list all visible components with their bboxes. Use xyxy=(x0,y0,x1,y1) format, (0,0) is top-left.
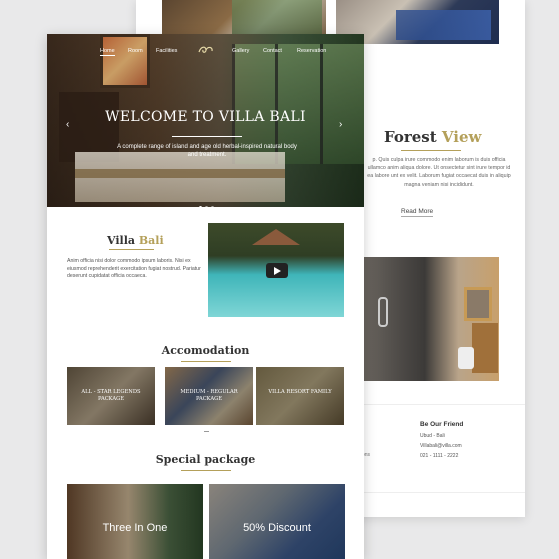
villa-bali-title: Villa Bali xyxy=(107,234,164,247)
be-our-friend-title: Be Our Friend xyxy=(420,421,464,428)
package-card[interactable]: Three In One xyxy=(67,484,203,559)
carousel-indicator[interactable] xyxy=(204,431,209,432)
footer-divider xyxy=(364,404,525,405)
main-nav: Home Room Facilities Gallery Contact Res… xyxy=(47,46,364,62)
room-label: VILLA RESORT FAMILY xyxy=(268,389,332,395)
hero-underline xyxy=(172,136,242,137)
slider-dot[interactable] xyxy=(211,206,214,207)
room-card[interactable]: MEDIUM - REGULAR PACKAGE xyxy=(165,367,253,425)
footer-email[interactable]: Villabali@villa.com xyxy=(420,443,462,449)
slider-dot[interactable] xyxy=(205,206,208,207)
read-more-link[interactable]: Read More xyxy=(401,208,434,217)
package-card[interactable]: 50% Discount xyxy=(209,484,345,559)
nav-room[interactable]: Room xyxy=(128,48,143,54)
special-package-underline xyxy=(181,470,231,471)
villa-title-underline xyxy=(109,249,154,250)
forest-view-paragraph: p. Quis culpa irure commodo enim laborum… xyxy=(367,157,511,188)
room-label: MEDIUM - REGULAR PACKAGE xyxy=(180,389,238,402)
nav-reservation[interactable]: Reservation xyxy=(297,48,326,54)
footer-bottom-divider xyxy=(364,492,525,493)
accomodation-title: Accomodation xyxy=(161,344,250,357)
footer-phone: 021 - 1111 - 2222 xyxy=(420,453,459,459)
nav-gallery[interactable]: Gallery xyxy=(232,48,249,54)
forest-view-title: Forest View xyxy=(384,128,482,146)
room-label: ALL - STAR LEGENDS PACKAGE xyxy=(81,389,141,402)
bathroom-photo xyxy=(364,257,499,381)
hero-subtitle: A complete range of island and age old h… xyxy=(117,144,297,158)
footer-address: Ubud - Bali xyxy=(420,433,445,439)
package-label: 50% Discount xyxy=(243,522,311,534)
title-underline xyxy=(401,150,461,151)
villa-video[interactable] xyxy=(208,223,344,317)
nav-home[interactable]: Home xyxy=(100,48,115,56)
front-page-preview: Home Room Facilities Gallery Contact Res… xyxy=(47,34,364,559)
nav-facilities[interactable]: Facilities xyxy=(156,48,177,54)
accomodation-underline xyxy=(181,361,231,362)
nav-contact[interactable]: Contact xyxy=(263,48,282,54)
package-label: Three In One xyxy=(102,522,168,534)
swirl-logo-icon[interactable] xyxy=(197,43,215,57)
special-package-title: Special package xyxy=(155,453,256,466)
slider-dots xyxy=(199,196,217,207)
villa-bali-paragraph: Anim officia nisi dolor commodo ipsum la… xyxy=(67,258,201,279)
room-card[interactable]: ALL - STAR LEGENDS PACKAGE xyxy=(67,367,155,425)
play-icon[interactable] xyxy=(266,263,288,278)
hero-slider: Home Room Facilities Gallery Contact Res… xyxy=(47,34,364,207)
slider-dot[interactable] xyxy=(199,206,202,207)
hero-title: WELCOME TO VILLA BALI xyxy=(105,109,306,125)
room-card[interactable]: VILLA RESORT FAMILY xyxy=(256,367,344,425)
